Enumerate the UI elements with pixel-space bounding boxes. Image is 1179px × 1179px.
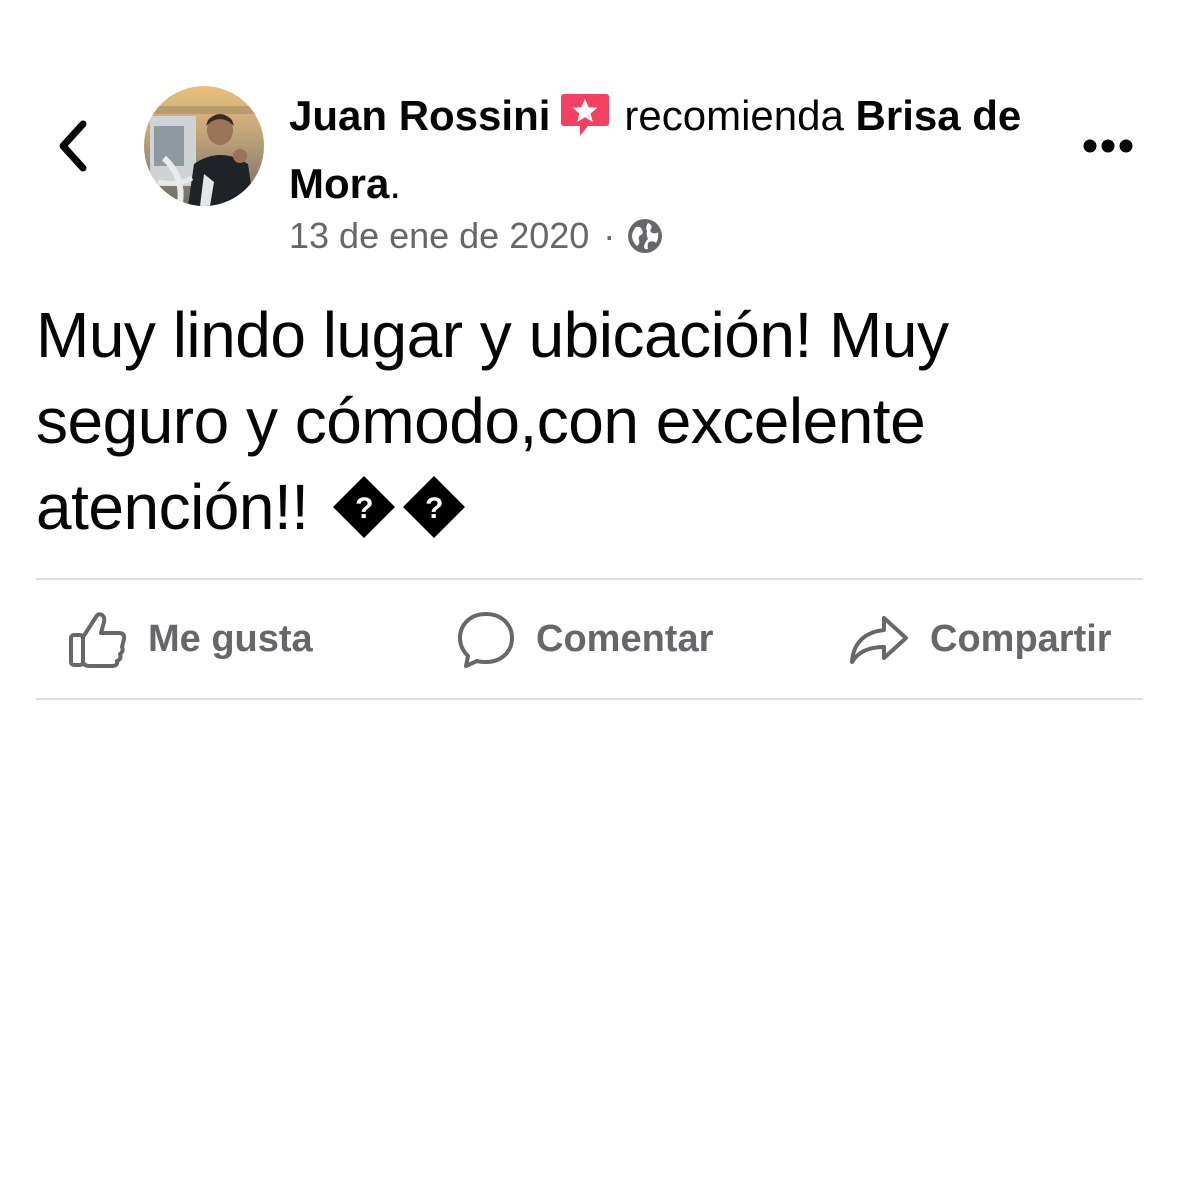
like-button[interactable]: Me gusta bbox=[68, 581, 313, 698]
more-options-button[interactable] bbox=[1076, 124, 1140, 168]
thumbs-up-icon bbox=[69, 611, 127, 668]
share-button[interactable]: Compartir bbox=[848, 581, 1112, 698]
replacement-character-icon: ? bbox=[402, 474, 466, 560]
meta-separator: · bbox=[603, 215, 616, 256]
divider-bottom bbox=[36, 698, 1143, 700]
recommendation-star-icon bbox=[560, 92, 610, 154]
share-label: Compartir bbox=[930, 618, 1112, 660]
back-button[interactable] bbox=[44, 112, 100, 180]
share-arrow-icon bbox=[850, 615, 908, 664]
post-date[interactable]: 13 de ene de 2020 bbox=[289, 215, 589, 257]
avatar[interactable] bbox=[144, 86, 264, 206]
replacement-character-icon: ? bbox=[332, 474, 396, 560]
post-text: Muy lindo lugar y ubicación! Muy seguro … bbox=[36, 292, 1146, 560]
author-name[interactable]: Juan Rossini bbox=[289, 92, 550, 139]
post-header: Juan Rossini recomienda Brisa de Mora. bbox=[289, 86, 1029, 214]
avatar-photo bbox=[144, 86, 264, 206]
post-text-content: Muy lindo lugar y ubicación! Muy seguro … bbox=[36, 299, 949, 543]
broken-glyph-1: ? bbox=[355, 492, 373, 525]
comment-label: Comentar bbox=[536, 618, 714, 660]
comment-bubble-icon bbox=[458, 611, 514, 668]
chevron-left-icon bbox=[59, 120, 87, 172]
like-label: Me gusta bbox=[148, 618, 313, 660]
globe-icon[interactable] bbox=[627, 218, 663, 254]
post-meta: 13 de ene de 2020 · bbox=[289, 210, 663, 262]
broken-glyph-2: ? bbox=[425, 492, 443, 525]
comment-button[interactable]: Comentar bbox=[456, 581, 713, 698]
divider-top bbox=[36, 578, 1143, 580]
action-bar: Me gusta Comentar Compartir bbox=[36, 581, 1143, 698]
header-period: . bbox=[389, 160, 402, 207]
recommend-text: recomienda bbox=[624, 92, 844, 139]
more-horizontal-icon bbox=[1083, 139, 1133, 153]
